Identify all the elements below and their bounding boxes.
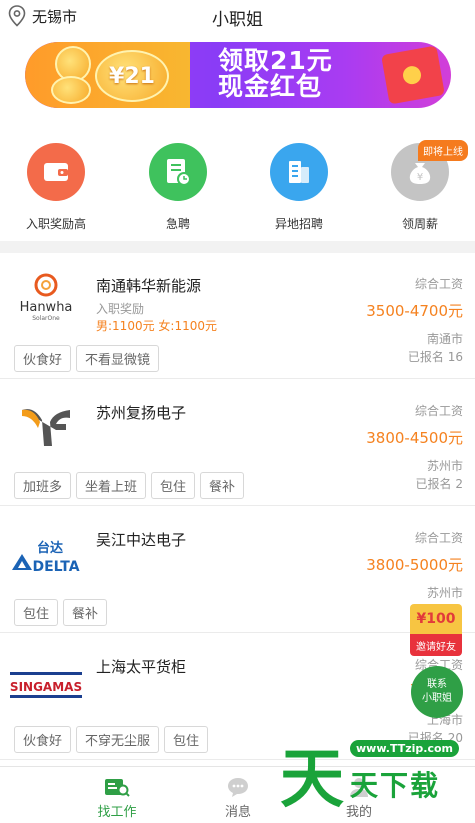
job-tag: 包住 xyxy=(151,472,196,499)
job-card[interactable]: 台达 DELTA 吴江中达电子 综合工资 3800-5000元 苏州市 包住 餐… xyxy=(0,507,475,633)
invite-amount: ¥100 xyxy=(410,604,462,634)
clock-document-icon xyxy=(149,143,207,201)
job-tag: 餐补 xyxy=(200,472,245,499)
coin-icon: ¥21 xyxy=(95,50,169,102)
salary-type: 综合工资 xyxy=(414,404,463,418)
category-label: 急聘 xyxy=(165,217,190,231)
svg-text:DELTA: DELTA xyxy=(32,559,79,575)
job-city: 南通市 xyxy=(426,332,463,346)
contact-line-1: 联系 xyxy=(427,679,447,690)
job-tag: 伙食好 xyxy=(14,345,72,372)
company-name: 上海太平货柜 xyxy=(96,658,187,676)
category-bonus[interactable]: 入职奖励高 xyxy=(6,143,106,232)
salary-range: 3800-5000元 xyxy=(366,556,463,574)
applicant-count: 已报名 16 xyxy=(407,350,463,364)
banner-line-1: 领取21元 xyxy=(218,46,333,75)
tab-find-job[interactable]: 找工作 xyxy=(72,775,162,820)
svg-text:台达: 台达 xyxy=(37,540,63,556)
section-divider xyxy=(0,241,475,253)
watermark-glyph: 天 xyxy=(280,743,344,817)
tag-list: 伙食好 不看显微镜 xyxy=(14,345,160,372)
salary-range: 3500-4700元 xyxy=(366,302,463,320)
contact-assistant-button[interactable]: 联系 小职姐 xyxy=(411,666,463,718)
company-name: 苏州复扬电子 xyxy=(96,404,187,422)
company-logo: SINGAMAS xyxy=(10,654,82,714)
wallet-icon xyxy=(27,143,85,201)
promo-banner[interactable]: ¥21 领取21元 现金红包 xyxy=(25,42,451,108)
job-search-icon xyxy=(72,775,162,799)
category-weekly-pay[interactable]: ¥ 领周薪 即将上线 xyxy=(370,140,470,232)
coin-icon xyxy=(51,76,91,104)
job-tag: 伙食好 xyxy=(14,726,72,753)
job-tag: 坐着上班 xyxy=(76,472,147,499)
bonus-label: 入职奖励 xyxy=(96,302,145,316)
bonus-amount: 男:1100元 女:1100元 xyxy=(96,319,217,333)
job-tag: 包住 xyxy=(164,726,209,753)
coin-amount: ¥21 xyxy=(109,63,155,89)
category-label: 入职奖励高 xyxy=(25,217,86,231)
tab-label: 找工作 xyxy=(97,805,137,820)
company-name: 吴江中达电子 xyxy=(96,531,187,549)
watermark-url: www.TTzip.com xyxy=(350,740,459,757)
invite-label: 邀请好友 xyxy=(410,634,462,656)
job-tag: 包住 xyxy=(14,599,59,626)
category-row: 入职奖励高 急聘 异地招聘 ¥ 领周薪 即将上线 xyxy=(0,140,475,238)
invite-friends-button[interactable]: ¥100 邀请好友 xyxy=(410,604,462,656)
job-tag: 不穿无尘服 xyxy=(76,726,160,753)
job-tag: 餐补 xyxy=(63,599,108,626)
category-remote[interactable]: 异地招聘 xyxy=(249,143,349,232)
banner-headline: 领取21元 现金红包 xyxy=(218,48,333,100)
job-card[interactable]: Hanwha SolarOne 南通韩华新能源 入职奖励 男:1100元 女:1… xyxy=(0,253,475,379)
job-city: 苏州市 xyxy=(426,586,463,600)
salary-type: 综合工资 xyxy=(414,531,463,545)
svg-text:¥: ¥ xyxy=(417,172,423,183)
job-tag: 加班多 xyxy=(14,472,72,499)
coins-graphic: ¥21 xyxy=(25,42,190,108)
red-envelope-icon xyxy=(381,45,445,105)
category-label: 异地招聘 xyxy=(274,217,323,231)
tag-list: 包住 餐补 xyxy=(14,599,108,626)
svg-text:SINGAMAS: SINGAMAS xyxy=(10,680,82,694)
tag-list: 伙食好 不穿无尘服 包住 xyxy=(14,726,209,753)
app-header: 无锡市 小职姐 xyxy=(0,0,475,34)
coming-soon-badge: 即将上线 xyxy=(418,140,468,161)
salary-type: 综合工资 xyxy=(414,277,463,291)
contact-line-2: 小职姐 xyxy=(422,693,452,704)
job-tag: 不看显微镜 xyxy=(76,345,160,372)
company-logo xyxy=(10,396,82,456)
tab-messages[interactable]: 消息 xyxy=(193,775,283,820)
site-watermark: 天 www.TTzip.com 天下载 xyxy=(280,728,475,823)
salary-range: 3800-4500元 xyxy=(366,429,463,447)
applicant-count: 已报名 2 xyxy=(415,477,463,491)
company-name: 南通韩华新能源 xyxy=(96,277,202,295)
company-logo: Hanwha SolarOne xyxy=(10,267,82,327)
company-logo: 台达 DELTA xyxy=(10,525,82,585)
page-title: 小职姐 xyxy=(212,10,263,30)
svg-text:SolarOne: SolarOne xyxy=(32,315,60,322)
category-label: 领周薪 xyxy=(401,217,438,231)
tab-label: 消息 xyxy=(224,805,251,820)
banner-line-2: 现金红包 xyxy=(218,72,323,101)
chat-bubble-icon xyxy=(193,775,283,799)
category-urgent[interactable]: 急聘 xyxy=(128,143,228,232)
job-city: 苏州市 xyxy=(426,459,463,473)
job-card[interactable]: 苏州复扬电子 综合工资 3800-4500元 苏州市 已报名 2 加班多 坐着上… xyxy=(0,380,475,506)
building-icon xyxy=(270,143,328,201)
tag-list: 加班多 坐着上班 包住 餐补 xyxy=(14,472,245,499)
watermark-text: 天下载 xyxy=(350,769,441,802)
svg-text:Hanwha: Hanwha xyxy=(20,300,73,315)
